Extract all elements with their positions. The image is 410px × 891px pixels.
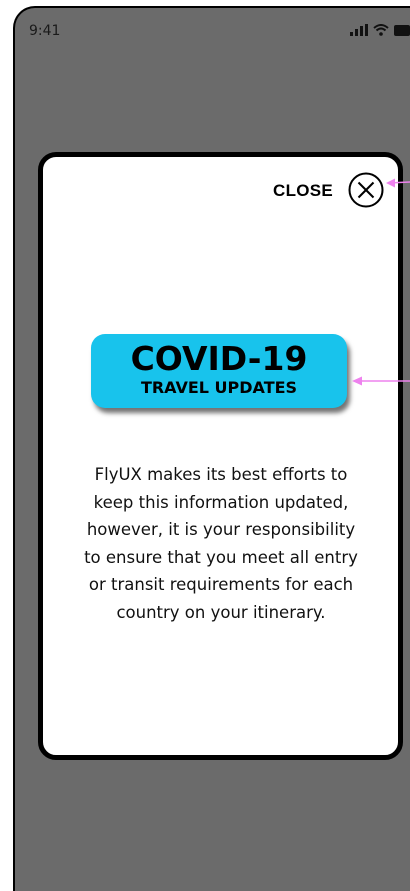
covid-travel-updates-button[interactable]: COVID-19 TRAVEL UPDATES xyxy=(91,334,347,408)
status-icons xyxy=(350,24,410,36)
annotation-arrow-close xyxy=(386,178,410,188)
status-bar: 9:41 xyxy=(15,8,410,48)
annotation-arrow-covid-button xyxy=(352,376,410,386)
close-label[interactable]: CLOSE xyxy=(273,181,333,201)
phone-screen: 9:41 CLOSE COVID-19 TRAVEL UPDATES FlyUX… xyxy=(13,6,410,891)
wifi-icon xyxy=(373,24,389,36)
close-icon[interactable] xyxy=(348,172,384,208)
covid-button-title: COVID-19 xyxy=(130,339,308,378)
disclaimer-text: FlyUX makes its best efforts to keep thi… xyxy=(84,465,358,622)
status-time: 9:41 xyxy=(29,23,61,39)
covid-button-subtitle: TRAVEL UPDATES xyxy=(140,378,298,397)
cellular-signal-icon xyxy=(350,24,368,36)
battery-icon xyxy=(394,25,410,36)
covid-info-modal: CLOSE COVID-19 TRAVEL UPDATES FlyUX make… xyxy=(38,152,403,760)
